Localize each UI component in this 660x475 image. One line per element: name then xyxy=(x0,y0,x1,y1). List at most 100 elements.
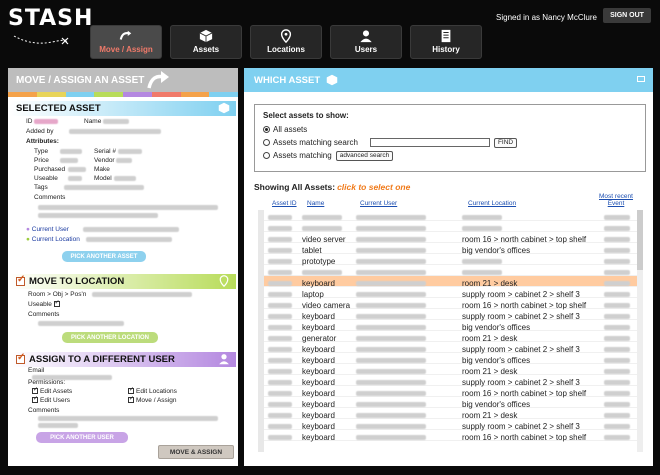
nav-move-assign[interactable]: Move / Assign xyxy=(90,25,162,59)
attr-model: Model xyxy=(94,175,136,182)
move-location-header: MOVE TO LOCATION xyxy=(10,274,236,289)
table-row[interactable]: keyboard room 16 > north cabinet > top sh… xyxy=(264,386,638,398)
arrow-curve-icon xyxy=(147,71,169,89)
table-row[interactable] xyxy=(264,221,638,232)
table-row[interactable]: keyboard room 16 > north cabinet > top sh… xyxy=(264,430,638,442)
perm-edit-locations: Edit Locations xyxy=(128,386,177,395)
table-row[interactable]: keyboard supply room > cabinet 2 > shelf … xyxy=(264,342,638,354)
table-row[interactable]: tablet big vendor's offices xyxy=(264,243,638,255)
attr-tags: Tags xyxy=(34,184,144,191)
radio-selected[interactable] xyxy=(263,126,270,133)
selected-asset-header: SELECTED ASSET xyxy=(10,101,236,116)
filter-search[interactable]: Assets matching search FIND xyxy=(263,136,637,149)
table-row[interactable]: keyboard supply room > cabinet 2 > shelf … xyxy=(264,309,638,321)
table-row[interactable]: video camera room 16 > north cabinet > to… xyxy=(264,298,638,310)
nav-locations[interactable]: Locations xyxy=(250,25,322,59)
attributes-label: Attributes: xyxy=(26,138,59,145)
redacted-cell xyxy=(268,433,292,442)
table-row[interactable]: keyboard room 21 > desk xyxy=(264,276,638,288)
added-by: Added by xyxy=(26,128,162,135)
table-row[interactable]: generator room 21 > desk xyxy=(264,331,638,343)
col-current-location[interactable]: Current Location xyxy=(468,200,516,207)
attr-comments: Comments xyxy=(34,194,66,201)
panel-header: WHICH ASSET xyxy=(244,68,653,92)
panel-title: WHICH ASSET xyxy=(254,74,321,86)
table-row[interactable]: prototype xyxy=(264,254,638,266)
table-row[interactable]: keyboard supply room > cabinet 2 > shelf … xyxy=(264,419,638,431)
col-current-user[interactable]: Current User xyxy=(360,200,397,207)
sign-out-button[interactable]: SIGN OUT xyxy=(603,8,651,23)
pick-another-location-button[interactable]: PICK ANOTHER LOCATION xyxy=(62,332,158,343)
col-asset-id[interactable]: Asset ID xyxy=(272,200,297,207)
useable-checkbox[interactable] xyxy=(53,299,60,308)
asset-id: ID xyxy=(26,118,59,125)
table-row[interactable] xyxy=(264,265,638,276)
table-row[interactable]: keyboard big vendor's offices xyxy=(264,397,638,409)
advanced-search-button[interactable]: advanced search xyxy=(335,150,394,161)
table-row[interactable]: keyboard big vendor's offices xyxy=(264,353,638,365)
section-title: SELECTED ASSET xyxy=(16,103,101,114)
move-comments-label: Comments xyxy=(28,311,60,318)
perm-checkbox[interactable] xyxy=(32,395,38,404)
pick-another-user-button[interactable]: PICK ANOTHER USER xyxy=(36,432,128,443)
cube-icon xyxy=(218,102,230,114)
radio[interactable] xyxy=(263,139,270,146)
table-scrollbar[interactable] xyxy=(637,210,643,452)
table-row[interactable]: laptop supply room > cabinet 2 > shelf 3 xyxy=(264,287,638,299)
panel-header: MOVE / ASSIGN AN ASSET xyxy=(8,68,238,92)
attr-purchased: Purchased xyxy=(34,166,66,173)
color-stripes xyxy=(8,92,238,97)
perm-edit-assets: Edit Assets xyxy=(32,386,72,395)
pick-another-asset-button[interactable]: PICK ANOTHER ASSET xyxy=(62,251,146,262)
attr-type: Type xyxy=(34,148,49,155)
showing-label: Showing All Assets: click to select one xyxy=(254,182,411,192)
nav-assets[interactable]: Assets xyxy=(170,25,242,59)
user-icon xyxy=(360,30,372,43)
assign-comments-label: Comments xyxy=(28,407,60,414)
pin-icon: ● xyxy=(26,236,30,243)
table-row[interactable] xyxy=(264,210,638,221)
nav-label: History xyxy=(432,45,460,54)
table-cell: room 16 > north cabinet > top shelf xyxy=(462,433,587,442)
radio[interactable] xyxy=(263,152,270,159)
filter-all[interactable]: All assets xyxy=(263,123,637,136)
table-row[interactable]: keyboard room 21 > desk xyxy=(264,408,638,420)
attr-price: Price xyxy=(34,157,49,164)
move-assign-panel: MOVE / ASSIGN AN ASSET SELECTED ASSET ID… xyxy=(8,68,238,466)
pin-icon xyxy=(219,275,229,287)
table-row[interactable]: keyboard supply room > cabinet 2 > shelf … xyxy=(264,375,638,387)
which-asset-panel: WHICH ASSET Select assets to show: All a… xyxy=(244,68,653,466)
col-name[interactable]: Name xyxy=(307,200,324,207)
search-input[interactable] xyxy=(369,138,490,147)
move-assign-button[interactable]: MOVE & ASSIGN xyxy=(158,445,234,459)
check-icon[interactable] xyxy=(16,352,25,364)
select-hint: click to select one xyxy=(337,182,411,192)
perm-checkbox[interactable] xyxy=(128,386,134,395)
signed-in-text: Signed in as Nancy McClure xyxy=(496,13,597,22)
nav-history[interactable]: History xyxy=(410,25,482,59)
attr-make: Make xyxy=(94,166,110,173)
find-button[interactable]: FIND xyxy=(493,137,518,148)
perm-checkbox[interactable] xyxy=(32,386,38,395)
main-nav: Move / Assign Assets Locations Users His… xyxy=(90,25,482,59)
filter-matching[interactable]: Assets matching advanced search xyxy=(263,149,637,162)
check-icon[interactable] xyxy=(16,274,25,286)
perm-checkbox[interactable] xyxy=(128,395,134,404)
table-row[interactable]: video server room 16 > north cabinet > to… xyxy=(264,232,638,244)
cube-icon xyxy=(199,29,213,43)
table-row[interactable]: keyboard big vendor's offices xyxy=(264,320,638,332)
asset-table: video server room 16 > north cabinet > to… xyxy=(258,210,638,452)
table-row[interactable]: keyboard room 21 > desk xyxy=(264,364,638,376)
table-cell: keyboard xyxy=(302,433,335,442)
attr-vendor: Vendor xyxy=(94,157,133,164)
mail-icon[interactable] xyxy=(637,76,645,82)
nav-users[interactable]: Users xyxy=(330,25,402,59)
col-recent-event[interactable]: Most recent Event xyxy=(590,193,642,207)
app-logo: STASH xyxy=(8,6,94,31)
arrow-curve-icon xyxy=(119,30,132,40)
nav-label: Move / Assign xyxy=(99,45,153,54)
panel-title: MOVE / ASSIGN AN ASSET xyxy=(16,74,145,86)
list-icon xyxy=(441,29,451,43)
perm-edit-users: Edit Users xyxy=(32,395,70,404)
section-title: MOVE TO LOCATION xyxy=(29,276,125,287)
